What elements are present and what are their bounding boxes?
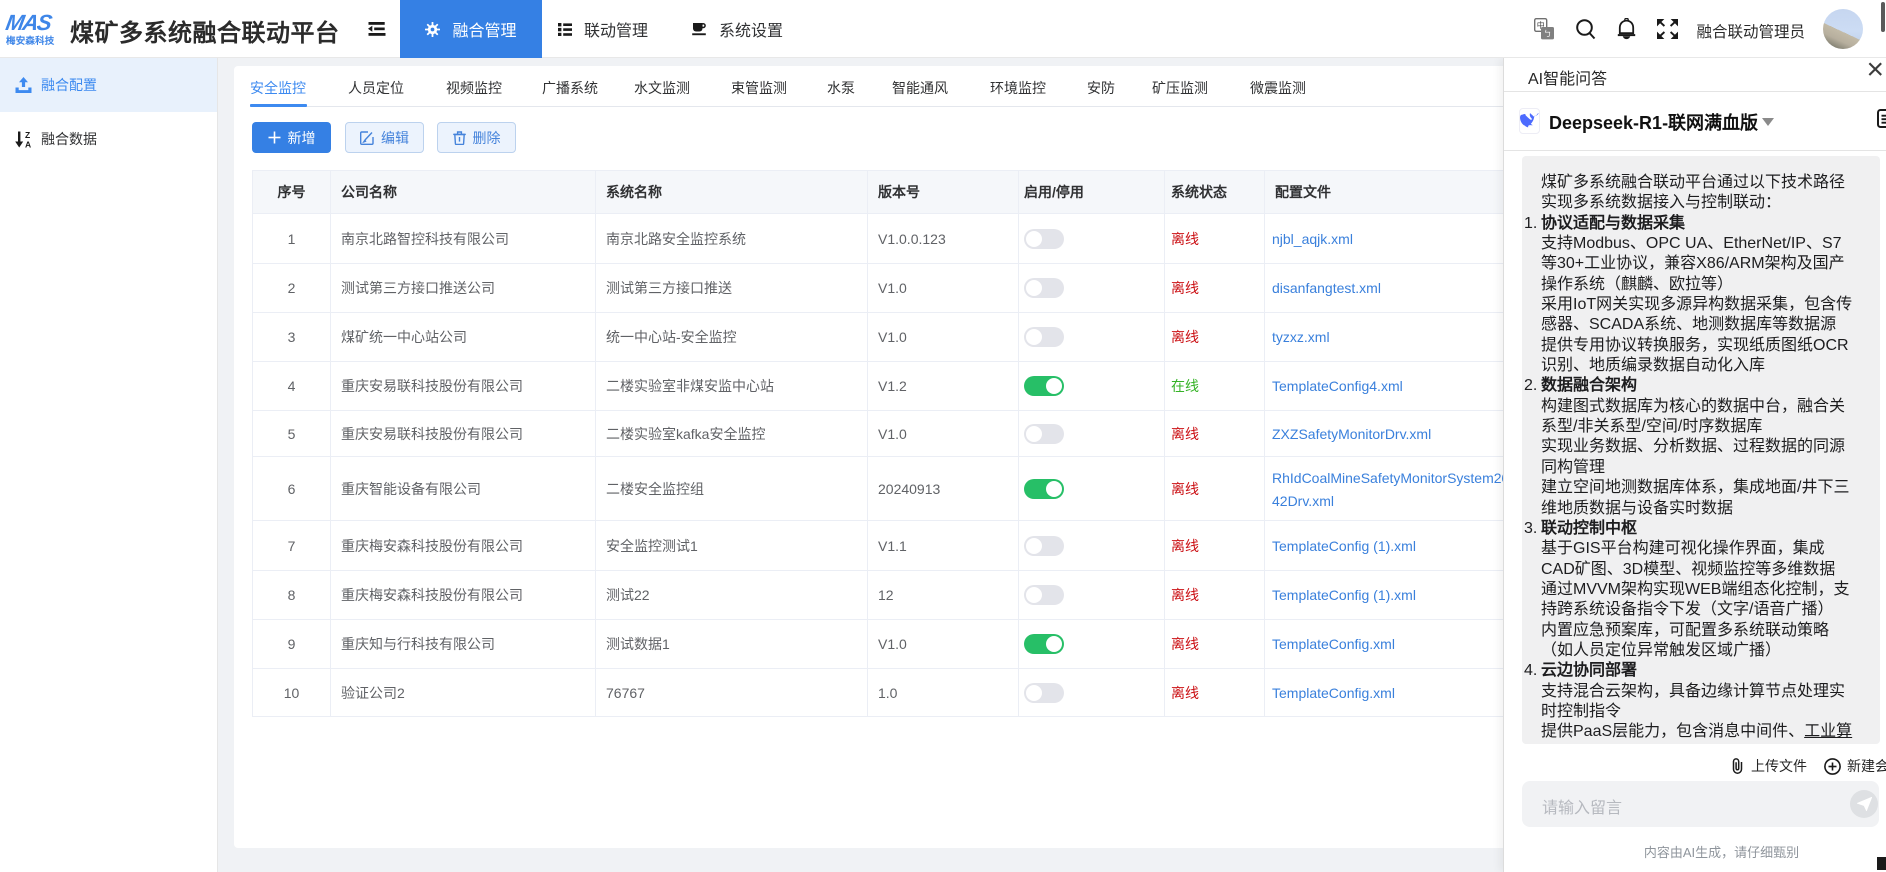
- svg-text:A: A: [25, 139, 31, 148]
- svg-text:ㄅ: ㄅ: [1544, 30, 1552, 39]
